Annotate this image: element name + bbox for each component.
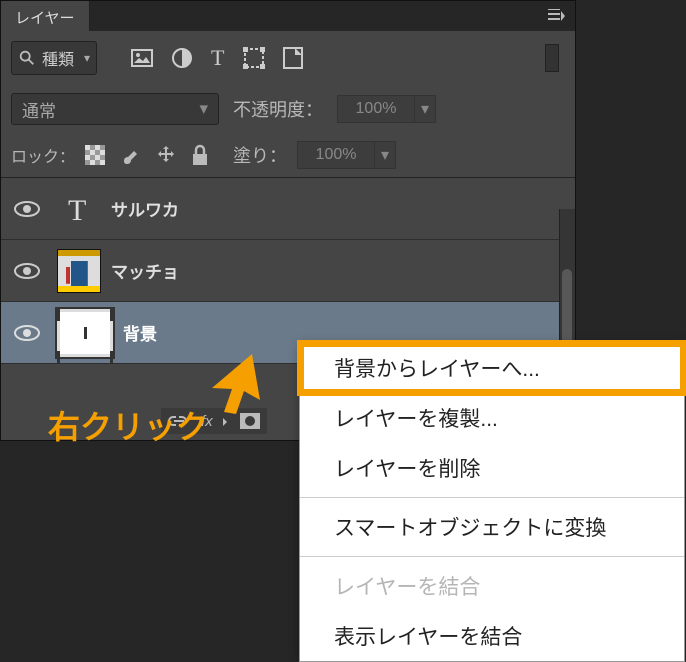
filter-toggle[interactable]: [545, 44, 559, 72]
svg-text:T: T: [68, 194, 86, 226]
layer-name: サルワカ: [111, 196, 179, 221]
fill-chevron-icon[interactable]: ▾: [374, 141, 396, 169]
menu-item-merge-visible[interactable]: 表示レイヤーを結合: [300, 611, 684, 661]
menu-separator: [300, 497, 684, 498]
menu-separator: [300, 556, 684, 557]
context-menu: 背景からレイヤーへ... レイヤーを複製... レイヤーを削除 スマートオブジェ…: [299, 342, 685, 662]
visibility-toggle[interactable]: [7, 240, 47, 301]
lock-label: ロック：: [11, 143, 75, 167]
annotation-right-click: 右クリック: [48, 402, 208, 448]
menu-item-merge-layers: レイヤーを結合: [300, 561, 684, 611]
lock-move-icon[interactable]: [155, 144, 177, 166]
lock-brush-icon[interactable]: [119, 144, 141, 166]
lock-transparency-icon[interactable]: [85, 145, 105, 165]
filter-shape-icon[interactable]: [243, 47, 265, 69]
layer-row-image[interactable]: マッチョ: [1, 240, 575, 302]
menu-item-delete-layer[interactable]: レイヤーを削除: [300, 443, 684, 493]
panel-header: レイヤー: [1, 1, 575, 31]
filter-adjust-icon[interactable]: [171, 47, 193, 69]
panel-menu-icon[interactable]: [539, 1, 575, 31]
layer-thumbnail-type-icon: T: [57, 187, 101, 231]
filter-smart-icon[interactable]: [283, 47, 303, 69]
visibility-toggle[interactable]: [7, 178, 47, 239]
filter-row: 種類 ▾ T: [1, 31, 575, 85]
fill-value[interactable]: 100%: [297, 141, 375, 169]
opacity-chevron-icon[interactable]: ▾: [414, 95, 436, 123]
blend-mode-select[interactable]: 通常 ▾: [11, 93, 219, 125]
filter-icons: T: [131, 45, 302, 71]
filter-pixel-icon[interactable]: [131, 49, 153, 67]
layer-thumbnail: [57, 249, 101, 293]
cursor-pointer-icon: [212, 354, 262, 419]
layer-name: 背景: [123, 320, 157, 345]
lock-row: ロック： 塗り： 100% ▾: [1, 133, 575, 177]
layer-name: マッチョ: [111, 258, 179, 283]
menu-item-convert-smart-object[interactable]: スマートオブジェクトに変換: [300, 502, 684, 552]
opacity-label: 不透明度：: [233, 96, 323, 122]
filter-type-icon[interactable]: T: [211, 45, 224, 71]
search-icon: [18, 49, 36, 67]
filter-label: 種類: [42, 46, 74, 70]
blend-row: 通常 ▾ 不透明度： 100% ▾: [1, 85, 575, 133]
layer-thumbnail-bg: [57, 309, 113, 357]
menu-item-duplicate-layer[interactable]: レイヤーを複製...: [300, 393, 684, 443]
blend-mode-label: 通常: [22, 97, 56, 122]
filter-type-dropdown[interactable]: 種類 ▾: [11, 41, 97, 75]
panel-tab-layers[interactable]: レイヤー: [1, 1, 90, 31]
fill-label: 塗り：: [233, 142, 287, 168]
chevron-down-icon: ▾: [84, 51, 90, 65]
chevron-down-icon: ▾: [199, 99, 208, 119]
visibility-toggle[interactable]: [7, 302, 47, 363]
layer-row-text[interactable]: T サルワカ: [1, 178, 575, 240]
menu-item-bg-to-layer[interactable]: 背景からレイヤーへ...: [300, 343, 684, 393]
opacity-value[interactable]: 100%: [337, 95, 415, 123]
lock-all-icon[interactable]: [191, 144, 209, 166]
